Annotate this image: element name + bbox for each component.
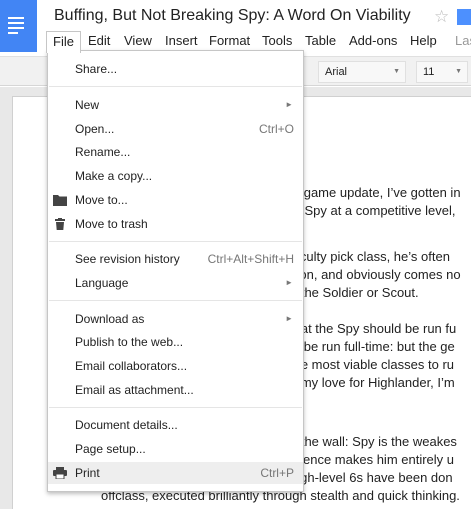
folder-icon <box>53 195 67 206</box>
menu-divider <box>49 407 302 408</box>
chevron-right-icon: ► <box>285 278 293 287</box>
font-size-select[interactable]: 11 ▼ <box>416 61 468 83</box>
menu-item-share[interactable]: Share... <box>48 58 303 80</box>
menu-insert[interactable]: Insert <box>165 31 198 51</box>
menu-file[interactable]: File <box>46 31 81 53</box>
menu-item-language[interactable]: Language ► <box>48 272 303 294</box>
chevron-right-icon: ► <box>285 314 293 323</box>
menu-item-download-as[interactable]: Download as ► <box>48 308 303 330</box>
menu-divider <box>49 86 302 87</box>
menu-item-email-attachment[interactable]: Email as attachment... <box>48 379 303 401</box>
docs-logo-icon[interactable] <box>0 0 37 52</box>
menu-addons[interactable]: Add-ons <box>349 31 397 51</box>
printer-icon <box>53 467 67 479</box>
body-line: ld be run full-time: but the ge <box>290 339 455 354</box>
chevron-down-icon: ▼ <box>455 68 462 75</box>
star-icon[interactable]: ☆ <box>434 7 449 27</box>
menu-format[interactable]: Format <box>209 31 250 51</box>
menu-item-publish[interactable]: Publish to the web... <box>48 331 303 353</box>
shortcut-label: Ctrl+O <box>258 122 294 136</box>
trash-icon <box>55 218 65 230</box>
menu-item-page-setup[interactable]: Page setup... <box>48 438 303 460</box>
document-title[interactable]: Buffing, But Not Breaking Spy: A Word On… <box>54 7 411 25</box>
menu-item-new[interactable]: New ► <box>48 94 303 116</box>
font-family-select[interactable]: Arial ▼ <box>318 61 406 83</box>
menu-divider <box>49 300 302 301</box>
menu-edit[interactable]: Edit <box>88 31 110 51</box>
file-menu-dropdown: Share... New ► Open... Ctrl+O Rename... … <box>47 50 304 492</box>
font-size-value: 11 <box>423 66 435 78</box>
shortcut-label: Ctrl+Alt+Shift+H <box>207 252 294 266</box>
body-line: n the wall: Spy is the weakes <box>290 434 457 449</box>
menu-item-make-copy[interactable]: Make a copy... <box>48 165 303 187</box>
font-family-value: Arial <box>325 66 348 78</box>
chevron-down-icon: ▼ <box>393 68 400 75</box>
menu-item-open[interactable]: Open... Ctrl+O <box>48 118 303 140</box>
menu-item-move-to[interactable]: Move to... <box>48 189 303 211</box>
menu-item-move-trash[interactable]: Move to trash <box>48 213 303 235</box>
body-line: st game update, I’ve gotten in <box>290 185 461 200</box>
body-line: istence makes him entirely u <box>290 452 455 467</box>
share-button[interactable] <box>457 9 471 25</box>
menu-item-document-details[interactable]: Document details... <box>48 414 303 436</box>
menu-item-print[interactable]: Print Ctrl+P <box>48 462 303 484</box>
shortcut-label: Ctrl+P <box>260 466 294 480</box>
menu-table[interactable]: Table <box>305 31 336 51</box>
body-line: high-level 6s have been don <box>290 470 453 485</box>
body-line: the most viable classes to ru <box>290 357 455 372</box>
menu-item-rename[interactable]: Rename... <box>48 141 303 163</box>
chevron-right-icon: ► <box>285 100 293 109</box>
body-line: e the Soldier or Scout. <box>290 285 419 300</box>
app-header: Buffing, But Not Breaking Spy: A Word On… <box>0 0 471 56</box>
menu-item-email-collaborators[interactable]: Email collaborators... <box>48 355 303 377</box>
menu-help[interactable]: Help <box>410 31 437 51</box>
last-edit-link[interactable]: Las <box>455 31 471 51</box>
body-line: e my love for Highlander, I’m <box>290 375 455 390</box>
menu-view[interactable]: View <box>124 31 152 51</box>
body-line: of Spy at a competitive level, <box>290 203 456 218</box>
body-line: that the Spy should be run fu <box>290 321 457 336</box>
menu-divider <box>49 241 302 242</box>
body-line: sion, and obviously comes no <box>290 267 461 282</box>
menu-tools[interactable]: Tools <box>262 31 292 51</box>
menu-item-revision-history[interactable]: See revision history Ctrl+Alt+Shift+H <box>48 248 303 270</box>
body-line: fficulty pick class, he’s often <box>290 249 450 264</box>
